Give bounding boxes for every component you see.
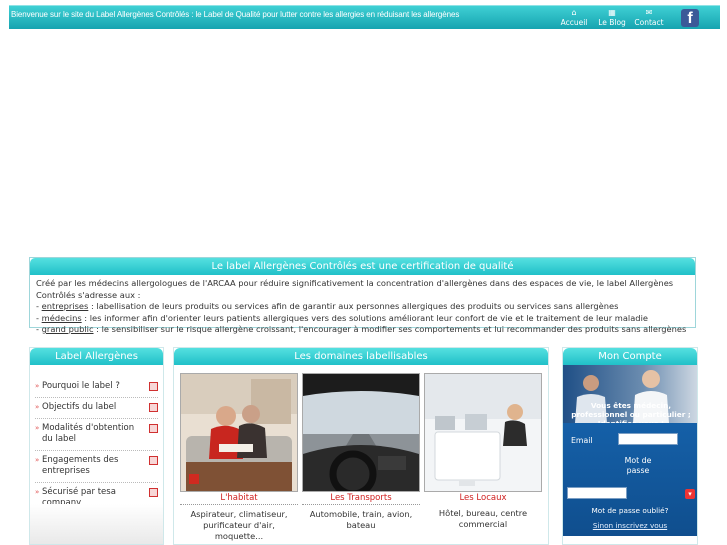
- account-panel: Mon Compte Vous êtes médecin, profession…: [562, 347, 698, 545]
- email-label: Email: [571, 436, 593, 445]
- calendar-icon: [149, 403, 158, 412]
- nav-blog-label: Le Blog: [598, 18, 626, 27]
- nav-accueil[interactable]: ⌂ Accueil: [558, 8, 590, 30]
- top-header-bar: Bienvenue sur le site du Label Allergène…: [9, 5, 720, 29]
- home-icon: ⌂: [571, 8, 577, 17]
- bullet-icon: »: [35, 382, 40, 390]
- habitat-photo: [180, 373, 298, 492]
- account-title: Mon Compte: [563, 348, 697, 365]
- link-entreprises[interactable]: entreprises: [42, 301, 89, 311]
- building-icon: ▦: [608, 8, 616, 17]
- forgot-password-link[interactable]: Mot de passe oublié?: [563, 506, 697, 515]
- domains-panel: Les domaines labellisables L'habitat Asp…: [173, 347, 549, 545]
- facebook-icon[interactable]: f: [681, 9, 699, 27]
- label-menu-item[interactable]: » Pourquoi le label ?: [35, 377, 158, 398]
- label-menu-item-label: Engagements des entreprises: [42, 455, 119, 476]
- account-banner-text: Vous êtes médecin, professionnel ou part…: [571, 401, 691, 423]
- nav-blog[interactable]: ▦ Le Blog: [596, 8, 628, 30]
- nav-contact[interactable]: ✉ Contact: [633, 8, 665, 30]
- bullet-icon: »: [35, 488, 40, 496]
- label-menu-panel: Label Allergènes Contrôlés » Pourquoi le …: [29, 347, 164, 545]
- nav-contact-label: Contact: [634, 18, 664, 27]
- certification-item-text: : labellisation de leurs produits ou ser…: [88, 301, 619, 311]
- label-menu-item[interactable]: » Modalités d'obtention du label: [35, 419, 158, 451]
- email-field[interactable]: [618, 433, 678, 445]
- label-menu-item-label: Objectifs du label: [42, 402, 117, 412]
- label-menu-item-label: Modalités d'obtention du label: [42, 423, 135, 444]
- calendar-icon: [149, 456, 158, 465]
- domain-card-transports[interactable]: Les Transports Automobile, train, avion,…: [302, 373, 420, 531]
- certification-item-text: : le sensibiliser sur le risque allergèn…: [93, 324, 687, 334]
- bullet-icon: »: [35, 403, 40, 411]
- link-medecins[interactable]: médecins: [42, 313, 82, 323]
- domain-description: Aspirateur, climatiseur, purificateur d'…: [190, 509, 288, 541]
- label-menu-item[interactable]: » Engagements des entreprises: [35, 451, 158, 483]
- label-menu-list: » Pourquoi le label ? » Objectifs du label…: [30, 365, 163, 515]
- site-tagline: Bienvenue sur le site du Label Allergène…: [11, 10, 460, 19]
- certification-body: Créé par les médecins allergologues de l…: [36, 278, 687, 334]
- transports-photo: [302, 373, 420, 492]
- certification-intro: Créé par les médecins allergologues de l…: [36, 278, 674, 300]
- login-form: Email Mot de passe ▾ Mot de passe oublié…: [563, 423, 697, 544]
- locaux-photo: [424, 373, 542, 492]
- label-menu-item[interactable]: » Objectifs du label: [35, 398, 158, 419]
- password-label: Mot de passe: [624, 456, 652, 475]
- nav-accueil-label: Accueil: [560, 18, 588, 27]
- domain-card-habitat[interactable]: L'habitat Aspirateur, climatiseur, purif…: [180, 373, 298, 542]
- bullet-icon: »: [35, 456, 40, 464]
- certification-title: Le label Allergènes Contrôlés est une ce…: [30, 258, 695, 275]
- domain-description: Automobile, train, avion, bateau: [309, 509, 413, 530]
- label-menu-item-label: Pourquoi le label ?: [42, 381, 120, 391]
- hero-banner: [9, 30, 720, 255]
- domain-description: Hôtel, bureau, centre commercial: [438, 508, 528, 529]
- domain-caption[interactable]: L'habitat: [180, 492, 298, 505]
- domain-caption[interactable]: Les Locaux: [424, 492, 542, 504]
- calendar-icon: [149, 488, 158, 497]
- domain-caption[interactable]: Les Transports: [302, 492, 420, 505]
- certification-box: Le label Allergènes Contrôlés est une ce…: [29, 257, 696, 334]
- login-submit-icon[interactable]: ▾: [685, 489, 695, 499]
- doctor-banner: Vous êtes médecin, professionnel ou part…: [563, 365, 697, 423]
- panel-footer: [30, 504, 163, 544]
- domain-card-locaux[interactable]: Les Locaux Hôtel, bureau, centre commerc…: [424, 373, 542, 530]
- link-grand-public[interactable]: grand public: [42, 324, 94, 334]
- certification-item-text: : les informer afin d'orienter leurs pat…: [81, 312, 648, 323]
- password-field[interactable]: [567, 487, 627, 499]
- bullet-icon: »: [35, 424, 40, 432]
- calendar-icon: [149, 424, 158, 433]
- panel-bottom-strip: [563, 536, 697, 544]
- domains-title: Les domaines labellisables: [174, 348, 548, 365]
- calendar-icon: [149, 382, 158, 391]
- label-menu-title: Label Allergènes Contrôlés: [30, 348, 163, 379]
- signup-link[interactable]: Sinon inscrivez vous: [563, 521, 697, 530]
- mail-icon: ✉: [645, 8, 653, 17]
